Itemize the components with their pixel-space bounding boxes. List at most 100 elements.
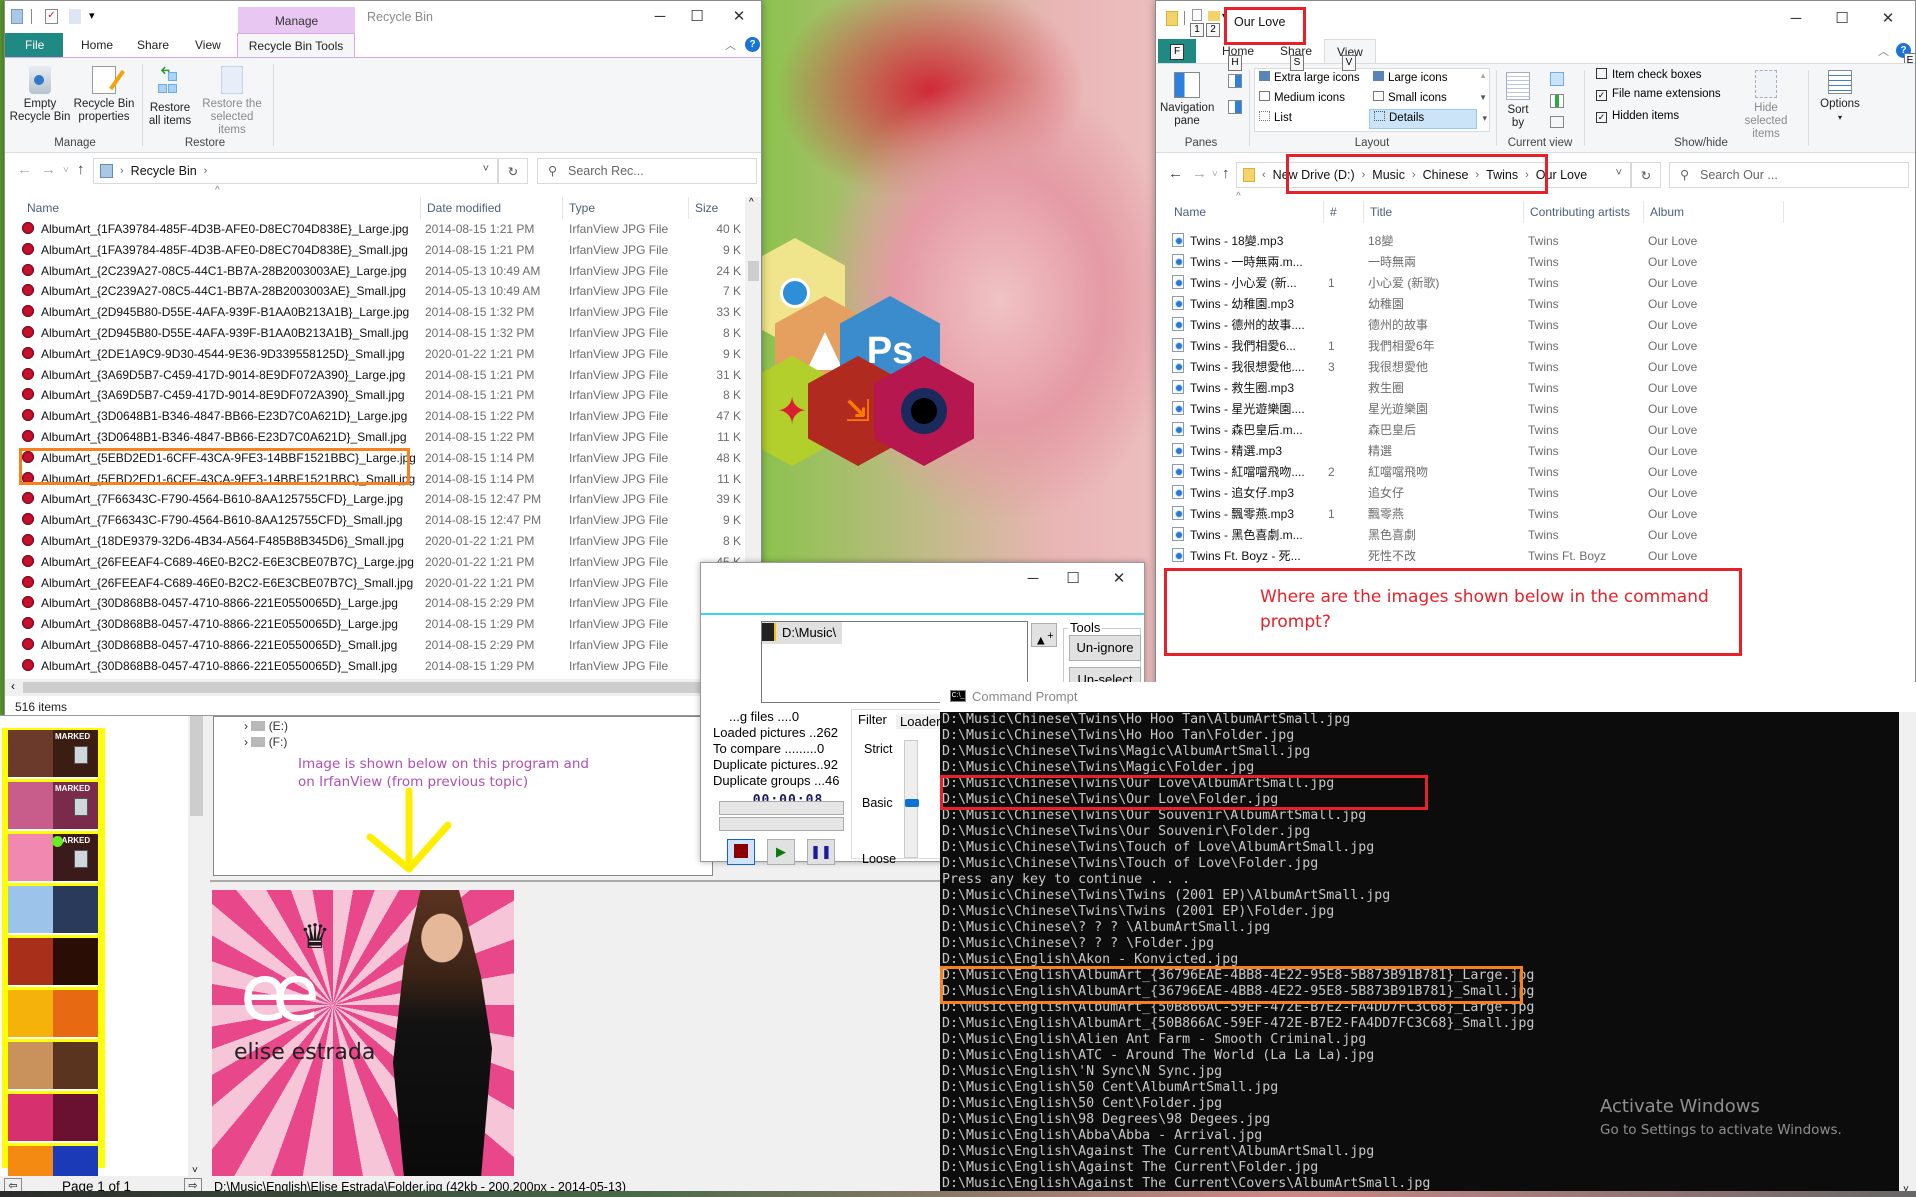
- file-row[interactable]: Twins - 追女仔.mp3 追女仔 Twins Our Love: [1156, 483, 1899, 504]
- file-row[interactable]: AlbumArt_{3A69D5B7-C459-417D-9014-8E9DF0…: [5, 365, 745, 386]
- details-pane-icon[interactable]: [1228, 100, 1242, 114]
- column-header-type[interactable]: Type: [563, 197, 689, 219]
- file-row[interactable]: AlbumArt_{30D868B8-0457-4710-8866-221E05…: [5, 635, 745, 656]
- checkbox-checked[interactable]: ✓: [1596, 112, 1607, 123]
- duplicate-thumbnail-pair[interactable]: [8, 1094, 98, 1143]
- refresh-button[interactable]: ↻: [498, 158, 528, 184]
- duplicate-thumbnail-pair[interactable]: [8, 1042, 98, 1091]
- address-dropdown-icon[interactable]: ˅: [1616, 167, 1622, 179]
- column-header-contributing-artists[interactable]: Contributing artists: [1524, 201, 1644, 223]
- file-row[interactable]: AlbumArt_{18DE9379-32D6-4B34-A564-F485B8…: [5, 531, 745, 552]
- file-row[interactable]: AlbumArt_{30D868B8-0457-4710-8866-221E05…: [5, 614, 745, 635]
- file-row[interactable]: Twins - 我很想愛他.... 3 我很想愛他 Twins Our Love: [1156, 357, 1899, 378]
- layout-list[interactable]: List: [1259, 111, 1292, 124]
- tab-view[interactable]: View: [183, 33, 233, 57]
- file-row[interactable]: AlbumArt_{2C239A27-08C5-44C1-BB7A-28B200…: [5, 261, 745, 282]
- file-row[interactable]: Twins - 紅噹噹飛吻.... 2 紅噹噹飛吻 Twins Our Love: [1156, 462, 1899, 483]
- checkbox-file-name-extensions[interactable]: ✓ File name extensions: [1596, 88, 1721, 101]
- empty-recycle-bin-button[interactable]: Empty Recycle Bin: [9, 66, 71, 124]
- tab-share[interactable]: Share: [125, 33, 181, 57]
- tab-recycle-bin-tools[interactable]: Recycle Bin Tools: [237, 33, 355, 57]
- file-row[interactable]: Twins - 飄零燕.mp3 1 飄零燕 Twins Our Love: [1156, 504, 1899, 525]
- restore-selected-items-button[interactable]: Restore the selected items: [197, 66, 267, 137]
- close-button[interactable]: ✕: [1099, 567, 1139, 591]
- checkbox[interactable]: [1596, 68, 1607, 79]
- file-row[interactable]: AlbumArt_{3D0648B1-B346-4847-BB66-E23D7C…: [5, 427, 745, 448]
- help-icon[interactable]: ?: [745, 37, 760, 52]
- file-row[interactable]: AlbumArt_{30D868B8-0457-4710-8866-221E05…: [5, 593, 745, 614]
- column-header-album[interactable]: Album: [1644, 201, 1784, 223]
- tree-item-f[interactable]: › (F:): [244, 735, 287, 749]
- navigation-pane-button[interactable]: Navigation pane: [1160, 72, 1214, 128]
- column-header-title[interactable]: Title: [1364, 201, 1524, 223]
- file-row[interactable]: AlbumArt_{26FEEAF4-C689-46E0-B2C2-E6E3CB…: [5, 573, 745, 594]
- tab-loader[interactable]: Loader: [896, 714, 945, 729]
- layout-details[interactable]: Details: [1369, 109, 1477, 129]
- file-row[interactable]: Twins - 18變.mp3 18變 Twins Our Love: [1156, 231, 1899, 252]
- folder-entry[interactable]: D:\Music\: [762, 622, 843, 644]
- file-row[interactable]: AlbumArt_{2C239A27-08C5-44C1-BB7A-28B200…: [5, 281, 745, 302]
- horizontal-scrollbar[interactable]: ‹ ›: [5, 679, 745, 696]
- file-row[interactable]: AlbumArt_{2D945B80-D55E-4AFA-939F-B1AA0B…: [5, 302, 745, 323]
- breadcrumb-overflow-icon[interactable]: ‹: [1259, 169, 1269, 181]
- add-columns-icon[interactable]: [1550, 94, 1564, 108]
- checkbox-checked[interactable]: ✓: [1596, 90, 1607, 101]
- layout-scroll-up-icon[interactable]: ▲: [1479, 71, 1487, 80]
- search-box[interactable]: ⚲ Search Rec...: [537, 158, 757, 184]
- stop-button[interactable]: [727, 839, 755, 865]
- thumbnail-scrollbar[interactable]: ˅: [188, 716, 205, 1176]
- tree-item-e[interactable]: › (E:): [244, 719, 288, 733]
- back-button[interactable]: ←: [17, 161, 32, 178]
- file-row[interactable]: Twins - 精選.mp3 精選 Twins Our Love: [1156, 441, 1899, 462]
- recent-locations-button[interactable]: ˅: [63, 165, 69, 176]
- options-button[interactable]: Options ▾: [1814, 70, 1866, 124]
- tab-file[interactable]: F: [1158, 39, 1196, 63]
- file-row[interactable]: Twins Ft. Boyz - 死... 死性不改 Twins Ft. Boyz O…: [1156, 546, 1899, 567]
- layout-medium-icons[interactable]: Medium icons: [1259, 91, 1345, 104]
- recycle-bin-properties-button[interactable]: Recycle Bin properties: [73, 66, 135, 124]
- file-row[interactable]: AlbumArt_{1FA39784-485F-4D3B-AFE0-D8EC70…: [5, 240, 745, 261]
- tab-file[interactable]: File: [5, 33, 63, 57]
- back-button[interactable]: ←: [1168, 165, 1183, 182]
- play-button[interactable]: ▶: [767, 839, 795, 865]
- refresh-button[interactable]: ↻: [1631, 162, 1661, 188]
- add-folder-button[interactable]: ▲+: [1031, 623, 1057, 647]
- file-row[interactable]: Twins - 星光遊樂園.... 星光遊樂園 Twins Our Love: [1156, 399, 1899, 420]
- restore-all-items-button[interactable]: ↰ Restore all items: [145, 65, 195, 128]
- file-row[interactable]: Twins - 幼稚園.mp3 幼稚園 Twins Our Love: [1156, 294, 1899, 315]
- up-button[interactable]: ↑: [77, 161, 85, 178]
- up-button[interactable]: ↑: [1222, 165, 1230, 182]
- duplicate-thumbnail-pair[interactable]: [8, 886, 98, 935]
- scroll-left-icon[interactable]: ‹: [11, 679, 15, 693]
- file-row[interactable]: Twins - 德州的故事.... 德州的故事 Twins Our Love: [1156, 315, 1899, 336]
- file-row[interactable]: Twins - 黑色喜劇.m... 黑色喜劇 Twins Our Love: [1156, 525, 1899, 546]
- duplicate-thumbnail-pair[interactable]: MARKED: [8, 782, 98, 831]
- column-header-size[interactable]: Size: [689, 197, 745, 219]
- close-button[interactable]: ✕: [1868, 7, 1908, 31]
- minimize-button[interactable]: ─: [1776, 7, 1816, 31]
- search-box[interactable]: ⚲ Search Our ...: [1669, 162, 1909, 188]
- breadcrumb-recycle-bin[interactable]: Recycle Bin: [127, 164, 201, 178]
- duplicate-thumbnail-pair[interactable]: [8, 938, 98, 987]
- tab-filter[interactable]: Filter: [858, 712, 887, 727]
- scroll-up-icon[interactable]: ^: [749, 197, 754, 208]
- scrollbar-thumb[interactable]: [748, 261, 759, 281]
- file-row[interactable]: Twins - 一時無兩.m... 一時無兩 Twins Our Love: [1156, 252, 1899, 273]
- file-row[interactable]: AlbumArt_{2D945B80-D55E-4AFA-939F-B1AA0B…: [5, 323, 745, 344]
- file-row[interactable]: AlbumArt_{7F66343C-F790-4564-B610-8AA125…: [5, 489, 745, 510]
- file-row[interactable]: AlbumArt_{3A69D5B7-C459-417D-9014-8E9DF0…: [5, 385, 745, 406]
- minimize-ribbon-icon[interactable]: ︿: [725, 37, 736, 53]
- manage-context-tab[interactable]: Manage: [238, 7, 355, 35]
- layout-large-icons[interactable]: Large icons: [1373, 71, 1447, 84]
- file-row[interactable]: Twins - 小心爱 (新... 1 小心爱 (新歌) Twins Our Love: [1156, 273, 1899, 294]
- duplicate-thumbnail-pair[interactable]: [8, 990, 98, 1039]
- new-folder-quick-icon[interactable]: [1208, 11, 1220, 21]
- scroll-down-icon[interactable]: ˅: [192, 1165, 198, 1176]
- scrollbar-thumb[interactable]: [190, 716, 203, 816]
- forward-button[interactable]: →: [1192, 165, 1207, 182]
- size-columns-icon[interactable]: [1550, 116, 1564, 128]
- group-by-icon[interactable]: [1550, 72, 1564, 86]
- column-header-number[interactable]: #: [1324, 201, 1364, 223]
- maximize-button[interactable]: ☐: [1053, 567, 1093, 591]
- file-row[interactable]: AlbumArt_{26FEEAF4-C689-46E0-B2C2-E6E3CB…: [5, 552, 745, 573]
